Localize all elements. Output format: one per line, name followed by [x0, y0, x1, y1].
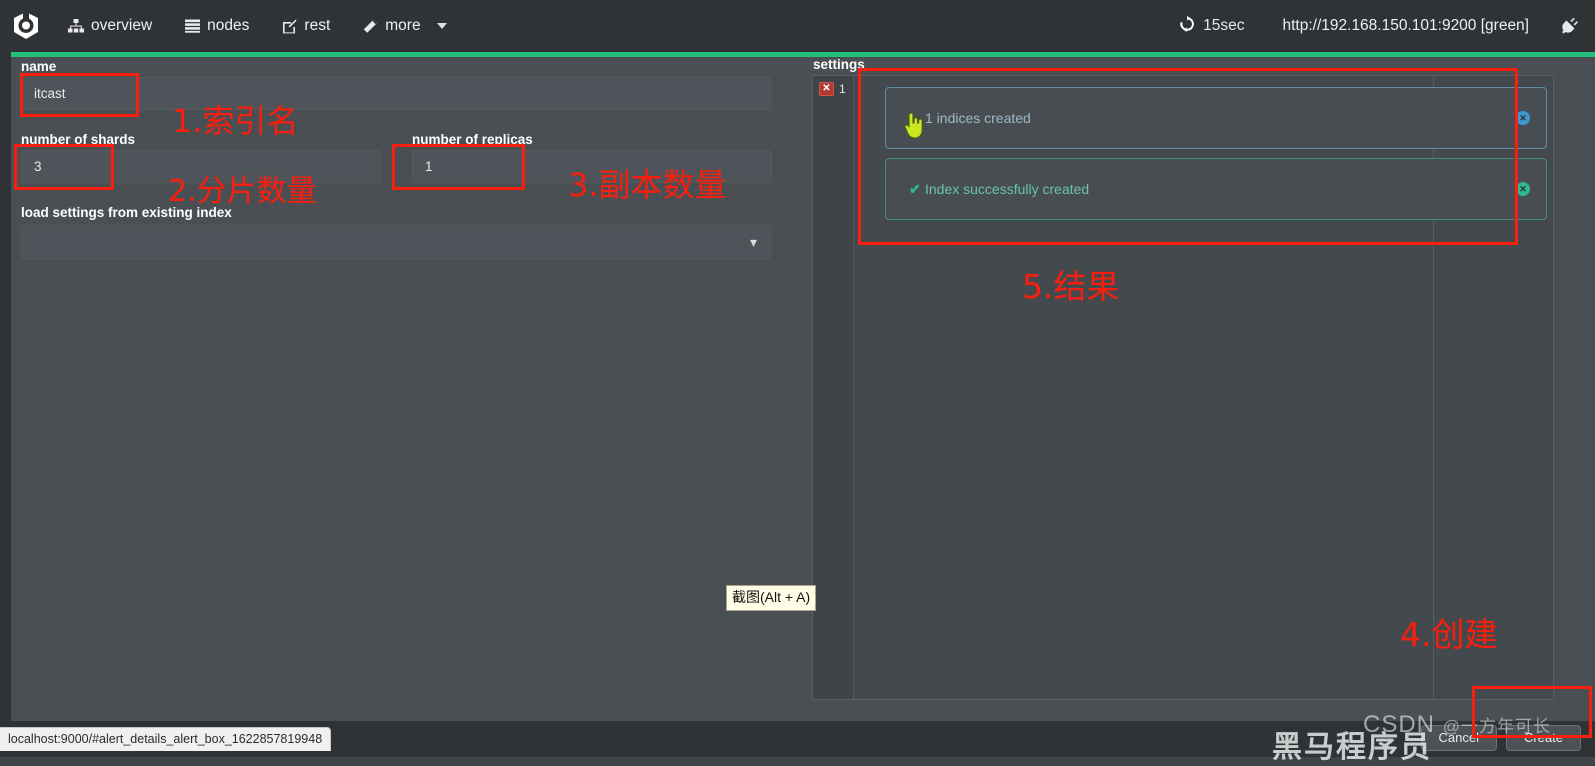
- nav-item-rest-label: rest: [304, 17, 331, 34]
- alert-row-success[interactable]: ✔ Index successfully created ✕: [885, 158, 1547, 220]
- alert-container: ✕ 1 i 1 indices created ✕ ✔ Index succes…: [812, 75, 1554, 700]
- replicas-field-label: number of replicas: [412, 132, 533, 147]
- settings-panel: settings ✕ 1 i 1 indices created ✕ ✔ Ind…: [805, 57, 1595, 721]
- top-navbar: overview nodes rest more 15sec http://19…: [0, 0, 1595, 52]
- nav-item-rest[interactable]: rest: [265, 0, 346, 52]
- error-count-badge[interactable]: ✕ 1: [819, 82, 846, 96]
- nav-item-nodes[interactable]: nodes: [168, 0, 265, 52]
- status-bar-link: localhost:9000/#alert_details_alert_box_…: [0, 727, 332, 751]
- navbar-right-group: 15sec http://192.168.150.101:9200 [green…: [1165, 0, 1595, 52]
- screenshot-tooltip: 截图(Alt + A): [726, 585, 817, 611]
- load-settings-field-label: load settings from existing index: [21, 205, 232, 220]
- main-content: name number of shards number of replicas…: [11, 57, 1595, 721]
- number-of-replicas-input[interactable]: [412, 150, 772, 183]
- footer-buttons: Cancel Create: [1420, 725, 1581, 751]
- refresh-icon: [1179, 15, 1195, 37]
- name-field-label: name: [21, 59, 57, 74]
- refresh-interval-label: 15sec: [1203, 17, 1245, 34]
- alert-list: i 1 indices created ✕ ✔ Index successful…: [855, 76, 1553, 699]
- nav-item-nodes-label: nodes: [207, 17, 250, 34]
- navbar-left-group: overview nodes rest more: [0, 0, 463, 52]
- alert-message: Index successfully created: [925, 181, 1090, 197]
- edit-square-icon: [281, 18, 297, 34]
- magic-wand-icon: [362, 18, 378, 34]
- refresh-interval-control[interactable]: 15sec: [1165, 15, 1266, 37]
- settings-title: settings: [813, 57, 865, 72]
- chevron-down-icon: [436, 23, 447, 29]
- nav-item-overview-label: overview: [91, 17, 153, 34]
- sitemap-icon: [68, 18, 84, 34]
- alert-sidebar: ✕ 1: [813, 76, 854, 699]
- load-settings-select[interactable]: [21, 225, 771, 259]
- error-count-label: 1: [839, 82, 846, 96]
- nav-item-more[interactable]: more: [346, 0, 462, 52]
- x-icon: ✕: [819, 82, 834, 96]
- left-rail: [0, 52, 11, 721]
- cancel-button[interactable]: Cancel: [1420, 725, 1497, 751]
- load-settings-select-wrap: ▾: [21, 225, 771, 259]
- info-icon: i: [909, 110, 913, 126]
- server-list-icon: [184, 18, 200, 34]
- elasticsearch-head-logo[interactable]: [0, 0, 52, 52]
- create-button[interactable]: Create: [1505, 725, 1581, 751]
- shards-field-label: number of shards: [21, 132, 136, 147]
- number-of-shards-input[interactable]: [21, 150, 381, 183]
- index-name-input[interactable]: [21, 77, 771, 110]
- nav-item-more-label: more: [385, 17, 421, 34]
- nav-item-overview[interactable]: overview: [52, 0, 168, 52]
- new-index-form: name number of shards number of replicas…: [11, 57, 793, 721]
- close-circle-icon[interactable]: ✕: [1516, 111, 1530, 125]
- alert-message: 1 indices created: [925, 110, 1031, 126]
- check-icon: ✔: [909, 180, 921, 197]
- plug-icon[interactable]: [1547, 0, 1591, 52]
- close-circle-icon[interactable]: ✕: [1516, 182, 1530, 196]
- cluster-url-label[interactable]: http://192.168.150.101:9200 [green]: [1267, 17, 1548, 35]
- alert-row-info[interactable]: i 1 indices created ✕: [885, 87, 1547, 149]
